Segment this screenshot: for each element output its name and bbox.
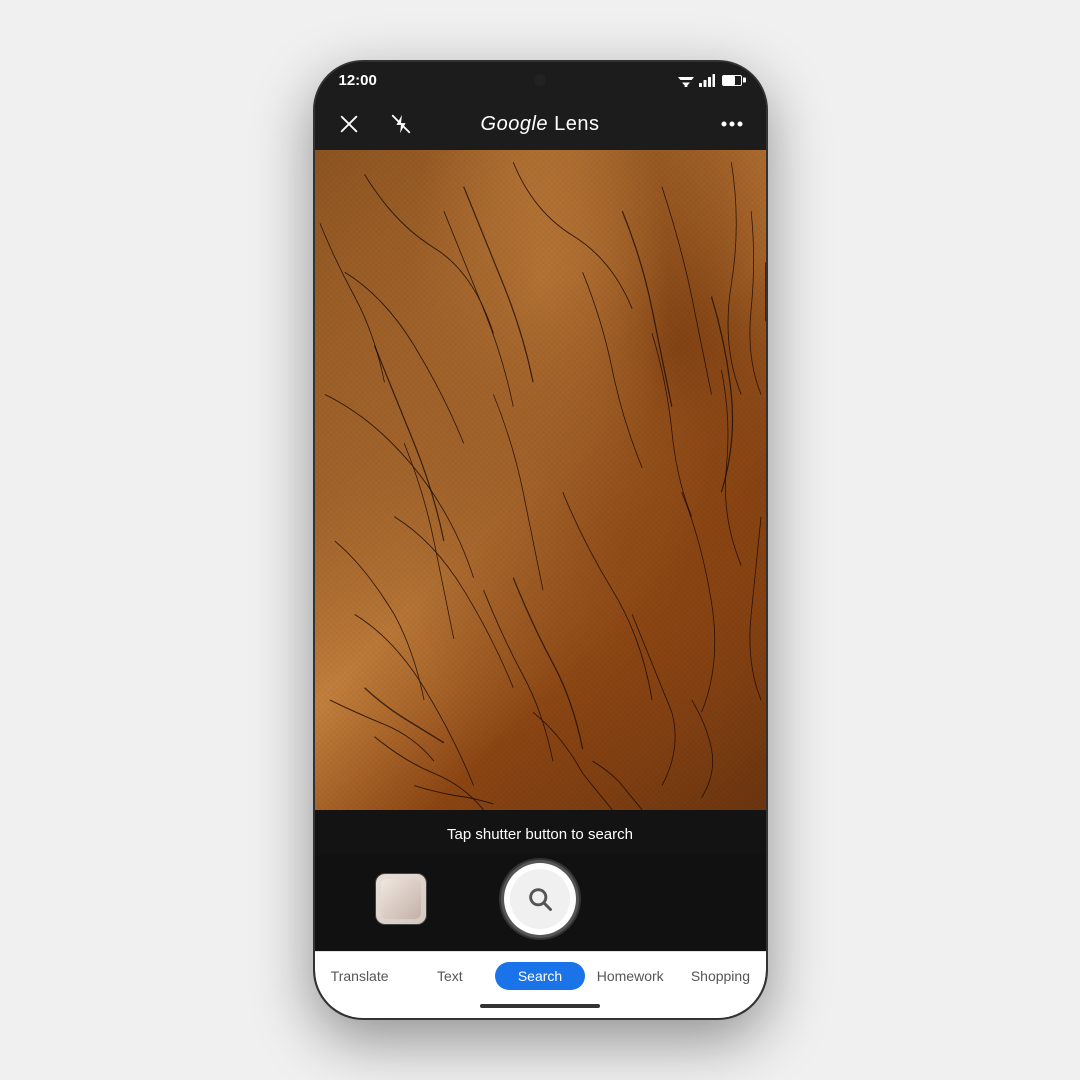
camera-view[interactable] [315, 150, 766, 810]
shutter-inner [510, 869, 570, 929]
volume-button[interactable] [765, 262, 768, 322]
top-bar-left [331, 106, 419, 142]
camera-notch [534, 74, 546, 86]
tab-search[interactable]: Search [495, 962, 585, 990]
flash-icon [390, 113, 412, 135]
top-nav-bar: Google Lens [315, 98, 766, 150]
app-title-lens: Lens [548, 113, 599, 135]
app-title: Google Lens [481, 113, 600, 136]
status-icons [678, 74, 742, 87]
battery-icon [722, 75, 742, 86]
more-options-button[interactable] [714, 106, 750, 142]
search-lens-icon [526, 885, 554, 913]
hint-text: Tap shutter button to search [315, 810, 766, 855]
flash-button[interactable] [383, 106, 419, 142]
more-options-icon [721, 121, 743, 127]
tab-text[interactable]: Text [405, 962, 495, 990]
status-bar: 12:00 [315, 62, 766, 98]
home-bar [480, 1004, 600, 1008]
app-title-google: Google [481, 113, 549, 135]
wifi-icon [678, 74, 694, 87]
tab-translate[interactable]: Translate [315, 962, 405, 990]
home-indicator [315, 998, 766, 1018]
skin-texture-bg [315, 150, 766, 810]
shutter-row [315, 855, 766, 951]
close-icon [338, 113, 360, 135]
status-time: 12:00 [339, 72, 377, 89]
bottom-section: Tap shutter button to search [315, 810, 766, 1018]
gallery-thumb-image [381, 879, 421, 919]
gallery-thumbnail[interactable] [375, 873, 427, 925]
phone-frame: 12:00 [313, 60, 768, 1020]
hair-overlay [315, 150, 766, 810]
tab-homework[interactable]: Homework [585, 962, 675, 990]
shutter-button[interactable] [504, 863, 576, 935]
tabs-row: Translate Text Search Homework Shopping [315, 951, 766, 998]
signal-icon [699, 74, 715, 87]
tab-shopping[interactable]: Shopping [675, 962, 765, 990]
phone-screen: 12:00 [315, 62, 766, 1018]
close-button[interactable] [331, 106, 367, 142]
